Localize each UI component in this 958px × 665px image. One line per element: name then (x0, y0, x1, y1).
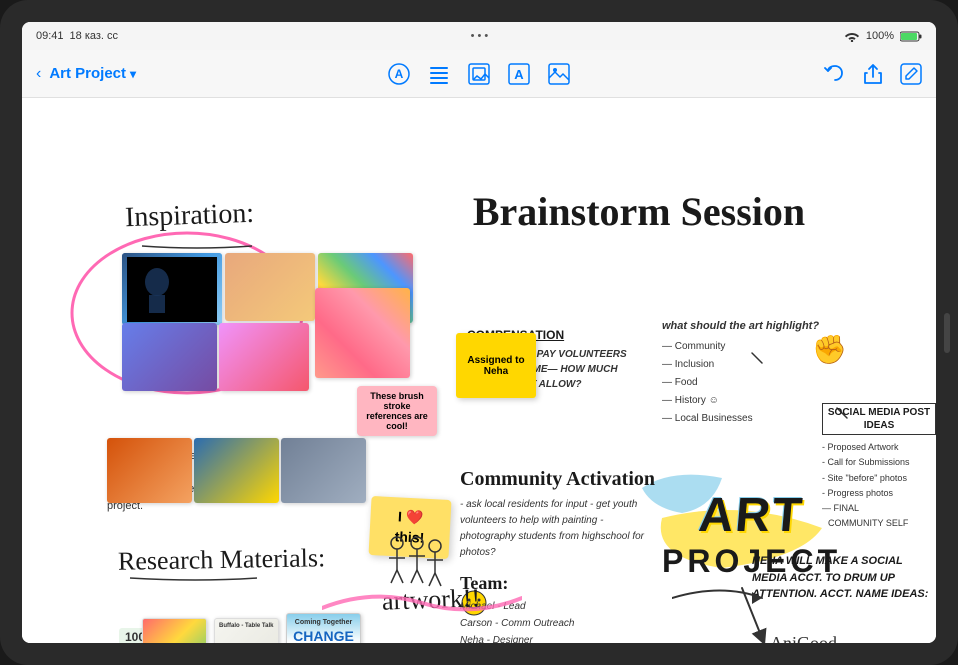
battery-icon (900, 31, 922, 42)
coming-together-text: Coming Together (290, 619, 357, 626)
photo-7 (107, 438, 192, 503)
svg-text:A: A (514, 67, 524, 82)
edit-icon[interactable] (900, 63, 922, 85)
art-highlight-section: what should the art highlight? — Communi… (662, 320, 819, 428)
document-title[interactable]: Art Project (49, 65, 126, 82)
brush-strokes-note: These brush stroke references are cool! (357, 386, 437, 436)
wifi-icon (844, 30, 860, 42)
brainstorm-title: Brainstorm Session (422, 188, 856, 235)
time: 09:41 (36, 30, 64, 42)
signature: —AniGood (752, 633, 837, 643)
battery: 100% (866, 30, 894, 42)
date: 18 каз. сс (70, 30, 119, 42)
change-label: CHANGE (290, 628, 357, 643)
bottom-artwork-text: artwork!! (382, 583, 481, 616)
note-assigned-neha: Assigned to Neha (456, 333, 536, 398)
power-fist-icon: ✊ (812, 333, 847, 366)
research-label: Research Materials: (118, 543, 326, 577)
back-button[interactable]: ‹ (36, 65, 41, 83)
inspiration-label: Inspiration: (124, 198, 254, 234)
share-icon[interactable] (862, 63, 884, 85)
layers-icon[interactable] (468, 63, 490, 85)
photo-9 (281, 438, 366, 503)
photo-5 (219, 323, 309, 391)
social-media-section: SOCIAL MEDIA POST IDEAS - Proposed Artwo… (822, 403, 936, 532)
list-icon[interactable] (428, 63, 450, 85)
side-button[interactable] (944, 313, 950, 353)
text-icon[interactable]: A (508, 63, 530, 85)
dots-icon: ••• (471, 30, 492, 42)
photo-6 (315, 288, 410, 378)
community-section: Community Activation - ask local residen… (460, 468, 660, 561)
thumbnail-1 (142, 618, 207, 643)
status-bar: 09:41 18 каз. сс ••• 100% (22, 22, 936, 50)
svg-text:A: A (395, 67, 404, 81)
photo-1 (122, 253, 222, 325)
toolbar: ‹ Art Project ▾ A (22, 50, 936, 98)
thumbnail-2: Buffalo - Table Talk (214, 618, 279, 643)
chevron-icon[interactable]: ▾ (130, 67, 136, 81)
undo-icon[interactable] (824, 63, 846, 85)
photo-2 (225, 253, 315, 321)
photo-icon[interactable] (548, 63, 570, 85)
neha-note: NEHA WILL MAKE A SOCIAL MEDIA ACCT. TO D… (752, 553, 932, 603)
photo-8 (194, 438, 279, 503)
photo-4 (122, 323, 217, 391)
markup-icon[interactable]: A (388, 63, 410, 85)
canvas-area[interactable]: Inspiration: Brainstorm Session (22, 98, 936, 643)
change-thumbnail: Coming Together CHANGE Coming together f… (286, 613, 361, 643)
